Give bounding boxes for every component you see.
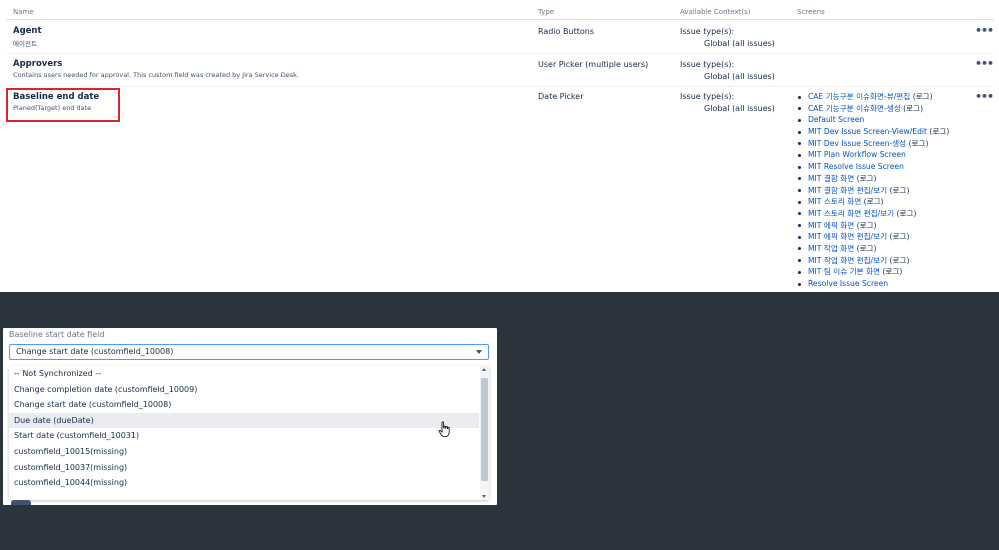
dropdown-option[interactable]: Start date (customfield_10031) (9, 428, 479, 444)
screen-link[interactable]: MIT 작업 화면 (808, 244, 854, 253)
scroll-up-arrow-icon[interactable] (482, 368, 486, 371)
more-horizontal-icon[interactable]: ••• (975, 57, 994, 70)
screen-suffix: (로그) (910, 92, 933, 101)
screen-link[interactable]: CAE 기능구분 이슈화면-뷰/편집 (808, 92, 910, 101)
toggle-switch-partial[interactable] (11, 500, 31, 505)
screen-list-item: CAE 기능구분 이슈화면-생성 (로그) (797, 103, 949, 115)
screen-list-item: MIT 에픽 화면 (로그) (797, 220, 949, 232)
screen-list-item: MIT 결함 화면 편집/보기 (로그) (797, 185, 949, 197)
context-label: Issue type(s): (680, 60, 735, 69)
screen-link[interactable]: MIT 스토리 화면 (808, 197, 861, 206)
field-type: Date Picker (538, 92, 584, 101)
field-name-approvers: Approvers (13, 59, 63, 69)
header-divider (6, 19, 994, 20)
header-name[interactable]: Name (13, 8, 34, 16)
field-name-agent: Agent (13, 26, 42, 36)
dropdown-menu: -- Not Synchronized -- Change completion… (9, 366, 489, 500)
screen-link[interactable]: MIT 결함 화면 편집/보기 (808, 186, 887, 195)
dropdown-scrollbar[interactable] (480, 366, 489, 500)
screen-list-item: MIT Dev Issue Screen-View/Edit (로그) (797, 126, 949, 138)
screen-suffix: (로그) (894, 208, 917, 218)
screens-list: CAE 기능구분 이슈화면-뷰/편집 (로그) CAE 기능구분 이슈화면-생성… (797, 91, 949, 290)
context-value: Global (all issues) (704, 104, 775, 113)
dropdown-option[interactable]: customfield_10015(missing) (9, 444, 479, 460)
context-value: Global (all issues) (704, 39, 775, 48)
screen-link[interactable]: MIT 스토리 화면 편집/보기 (808, 209, 894, 218)
screen-link[interactable]: MIT 결함 화면 (808, 174, 854, 183)
dropdown-option[interactable]: customfield_10044(missing) (9, 475, 479, 491)
chevron-down-icon[interactable] (476, 350, 482, 354)
sync-settings-dialog: Baseline start date field Change start d… (3, 328, 497, 505)
hand-pointer-cursor-icon (438, 421, 450, 437)
dropdown-option[interactable]: customfield_10037(missing) (9, 460, 479, 476)
context-label: Issue type(s): (680, 27, 735, 36)
screen-link[interactable]: CAE 기능구분 이슈화면-생성 (808, 104, 901, 113)
dropdown-option[interactable]: Change completion date (customfield_1000… (9, 382, 479, 398)
screen-suffix: (로그) (861, 197, 884, 207)
scroll-down-arrow-icon[interactable] (482, 495, 486, 498)
screen-suffix: (로그) (854, 220, 877, 230)
scrollbar-thumb[interactable] (481, 378, 488, 481)
baseline-start-date-label: Baseline start date field (9, 330, 105, 339)
row-divider (6, 86, 994, 87)
select-value: Change start date (customfield_10008) (16, 347, 174, 356)
screen-suffix: (로그) (887, 255, 910, 265)
screen-list-item: MIT 작업 화면 편집/보기 (로그) (797, 255, 949, 267)
screen-suffix: (로그) (880, 267, 903, 277)
more-horizontal-icon[interactable]: ••• (975, 24, 994, 37)
custom-fields-table: Name Type Available Context(s) Screens A… (0, 0, 999, 292)
header-context: Available Context(s) (680, 8, 751, 16)
row-divider (6, 53, 994, 54)
screen-list-item: MIT 작업 화면 (로그) (797, 243, 949, 255)
screen-list-item: MIT 결함 화면 (로그) (797, 173, 949, 185)
screen-link[interactable]: MIT 에픽 화면 (808, 221, 854, 230)
screen-suffix: (로그) (887, 185, 910, 195)
screen-link[interactable]: Resolve Issue Screen (808, 279, 888, 288)
field-type: User Picker (multiple users) (538, 60, 649, 69)
more-horizontal-icon[interactable]: ••• (975, 90, 994, 103)
screen-list-item: MIT Resolve Issue Screen (797, 161, 949, 173)
screen-suffix: (로그) (900, 103, 924, 113)
dropdown-option[interactable]: Change start date (customfield_10008) (9, 397, 479, 413)
field-description: Contains users needed for approval. This… (13, 71, 299, 79)
header-screens: Screens (797, 8, 825, 16)
screen-link[interactable]: MIT Dev Issue Screen-생성 (808, 139, 906, 148)
screen-suffix: (로그) (887, 232, 910, 242)
screen-list-item: Resolve Issue Screen (797, 278, 949, 290)
screen-suffix: (로그) (927, 127, 950, 137)
screen-link[interactable]: MIT 에픽 화면 편집/보기 (808, 232, 887, 241)
screen-link[interactable]: MIT 작업 화면 편집/보기 (808, 256, 887, 265)
screen-link[interactable]: MIT Plan Workflow Screen (808, 150, 906, 159)
field-type: Radio Buttons (538, 27, 594, 36)
screen-suffix: (로그) (854, 173, 877, 183)
screen-link[interactable]: Default Screen (808, 115, 864, 124)
dropdown-option-hovered[interactable]: Due date (dueDate) (9, 412, 479, 429)
screen-list-item: MIT 스토리 화면 편집/보기 (로그) (797, 208, 949, 220)
screen-link[interactable]: MIT 팀 이슈 기본 화면 (808, 267, 880, 276)
screen-suffix: (로그) (854, 243, 877, 253)
context-value: Global (all issues) (704, 72, 775, 81)
screen-list-item: MIT 에픽 화면 편집/보기 (로그) (797, 231, 949, 243)
dropdown-option[interactable]: -- Not Synchronized -- (9, 366, 479, 382)
field-description: Planed(Target) end date (13, 104, 92, 112)
screen-link[interactable]: MIT Dev Issue Screen-View/Edit (808, 127, 927, 136)
screen-list-item: CAE 기능구분 이슈화면-뷰/편집 (로그) (797, 91, 949, 103)
screen-suffix: (로그) (906, 138, 929, 148)
screen-list-item: MIT 팀 이슈 기본 화면 (로그) (797, 266, 949, 278)
screen-link[interactable]: MIT Resolve Issue Screen (808, 162, 904, 171)
screen-list-item: MIT Plan Workflow Screen (797, 149, 949, 161)
screen-list-item: MIT Dev Issue Screen-생성 (로그) (797, 138, 949, 150)
screen-list-item: MIT 스토리 화면 (로그) (797, 196, 949, 208)
baseline-start-date-select[interactable]: Change start date (customfield_10008) (9, 344, 489, 360)
context-label: Issue type(s): (680, 92, 735, 101)
header-type: Type (538, 8, 555, 16)
field-name-baseline-end-date: Baseline end date (13, 92, 100, 102)
field-description: 에이전트 (13, 40, 37, 48)
screen-list-item: Default Screen (797, 114, 949, 126)
